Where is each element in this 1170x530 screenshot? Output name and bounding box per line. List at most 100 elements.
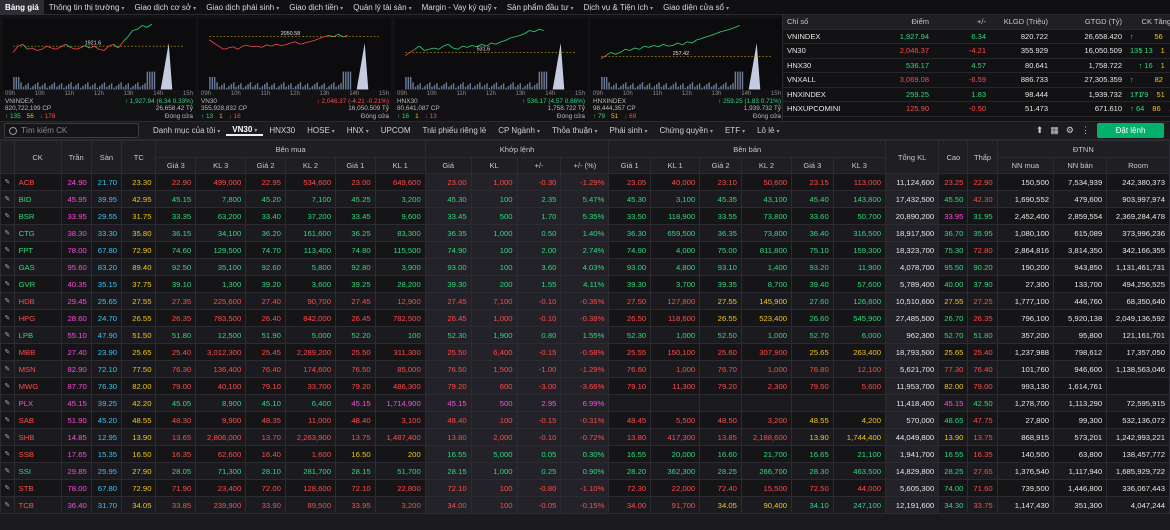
symbol-cell[interactable]: HPG <box>13 309 62 327</box>
pin-icon[interactable]: ✎ <box>0 343 15 361</box>
pin-icon[interactable]: ✎ <box>0 292 15 310</box>
symbol-cell[interactable]: GAS <box>13 258 62 276</box>
index-col-header[interactable]: GTGD (Tỷ) <box>1052 15 1126 30</box>
pin-icon[interactable]: ✎ <box>0 326 15 344</box>
symbol-cell[interactable]: MBB <box>13 343 62 361</box>
nav-item-5[interactable]: Quản lý tài sản ▾ <box>348 0 416 15</box>
table-row[interactable]: ✎ MWG 87.70 76.30 82.00 79.00 40,100 79.10 33,70… <box>0 377 1170 395</box>
index-row-hnxupcomini[interactable]: HNXUPCOMINI 125.90 -0.50 51.473 671.610 ↑ 64 8… <box>783 102 1170 117</box>
filter-tab-10[interactable]: Chứng quyền ▾ <box>653 126 719 135</box>
col-sub-16[interactable]: NN mua <box>996 157 1055 174</box>
mini-chart-vn30[interactable]: 2050.58 09h 10h 11h 12h 13h 14h 15h VN30 ↓ 2,046.… <box>199 18 391 120</box>
filter-tab-5[interactable]: UPCOM <box>375 126 417 135</box>
col-thap[interactable]: Thấp <box>967 140 998 174</box>
symbol-cell[interactable]: BSR <box>13 207 62 225</box>
col-cao[interactable]: Cao <box>938 140 969 174</box>
symbol-cell[interactable]: SSI <box>13 462 62 480</box>
col-sub-10[interactable]: Giá 1 <box>608 157 652 174</box>
table-row[interactable]: ✎ BID 45.95 39.95 42.95 45.15 7,800 45.20 7,100 4… <box>0 190 1170 208</box>
col-sub-5[interactable]: KL 1 <box>374 157 426 174</box>
symbol-cell[interactable]: GVR <box>13 275 62 293</box>
table-row[interactable]: ✎ FPT 78.00 67.80 72.90 74.60 129,500 74.70 113,… <box>0 241 1170 259</box>
filter-tab-6[interactable]: Trái phiếu riêng lẻ <box>416 126 492 135</box>
table-row[interactable]: ✎ GAS 95.60 83.20 89.40 92.50 35,100 92.60 5,800… <box>0 258 1170 276</box>
pin-icon[interactable]: ✎ <box>0 496 15 514</box>
symbol-cell[interactable]: MWG <box>13 377 62 395</box>
col-sub-4[interactable]: Giá 1 <box>334 157 376 174</box>
col-sub-18[interactable]: Room <box>1106 157 1170 174</box>
pin-icon[interactable]: ✎ <box>0 224 15 242</box>
col-sub-3[interactable]: KL 2 <box>284 157 336 174</box>
pin-icon[interactable]: ✎ <box>0 360 15 378</box>
nav-item-2[interactable]: Giao dịch cơ sở ▾ <box>129 0 201 15</box>
table-row[interactable]: ✎ PLX 45.15 39.25 42.20 45.05 8,900 45.10 6,400 4… <box>0 394 1170 412</box>
nav-item-3[interactable]: Giao dịch phái sinh ▾ <box>201 0 284 15</box>
col-sub-14[interactable]: Giá 3 <box>791 157 834 174</box>
symbol-cell[interactable]: TCB <box>13 496 62 514</box>
table-row[interactable]: ✎ STB 78.00 67.80 72.90 71.90 23,400 72.00 128,6… <box>0 479 1170 497</box>
index-row-vn30[interactable]: VN302,046.37-4.21355.92916,050.509↑ 131↓… <box>783 44 1170 59</box>
pin-icon[interactable]: ✎ <box>0 275 15 293</box>
filter-tab-9[interactable]: Phái sinh ▾ <box>604 126 654 135</box>
mini-chart-vnindex[interactable]: 1921.6 09h 10h 11h 12h 13h 14h 15h VNINDEX ↑ 1,92… <box>3 18 195 120</box>
index-row-vnxall[interactable]: VNXALL 3,069.08 -6.59 886.733 27,305.359 ↑ 17… <box>783 73 1170 99</box>
col-sub-13[interactable]: KL 2 <box>740 157 793 174</box>
symbol-cell[interactable]: STB <box>13 479 62 497</box>
col-sub-9[interactable]: +/- (%) <box>560 157 610 174</box>
col-sub-12[interactable]: Giá 2 <box>699 157 742 174</box>
index-col-header[interactable]: Chỉ số <box>783 15 871 30</box>
filter-tab-4[interactable]: HNX ▾ <box>341 126 375 135</box>
index-row-vnindex[interactable]: VNINDEX 1,927.94 6.34 820.722 26,658.420 ↑ 13… <box>783 30 1170 55</box>
col-tran[interactable]: Trần <box>60 140 92 174</box>
pin-icon[interactable]: ✎ <box>0 190 15 208</box>
nav-item-6[interactable]: Margin - Vay ký quỹ ▾ <box>417 0 502 15</box>
nav-item-0[interactable]: Bảng giá <box>0 0 44 15</box>
nav-item-4[interactable]: Giao dịch tiền ▾ <box>284 0 348 15</box>
col-sub-17[interactable]: NN bán <box>1052 157 1108 174</box>
table-row[interactable]: ✎ MSN 82.90 72.10 77.50 76.30 136,400 76.40 174,… <box>0 360 1170 378</box>
col-sub-15[interactable]: KL 3 <box>832 157 887 174</box>
pin-icon[interactable]: ✎ <box>0 445 15 463</box>
col-tc[interactable]: TC <box>121 140 157 174</box>
index-row-hnxindex[interactable]: HNXINDEX259.251.8398.4441,939.732↑ 7951↓… <box>783 88 1170 102</box>
pin-icon[interactable]: ✎ <box>0 241 15 259</box>
table-row[interactable]: ✎ BSR 33.95 29.55 31.75 33.35 63,200 33.40 37,20… <box>0 207 1170 225</box>
table-row[interactable]: ✎ CTG 38.30 33.30 35.80 36.15 34,100 36.20 161,6… <box>0 224 1170 242</box>
index-col-header[interactable]: +/- <box>933 15 990 30</box>
filter-tab-0[interactable]: Danh mục của tôi ▾ <box>147 126 226 135</box>
filter-tab-11[interactable]: ETF ▾ <box>719 126 751 135</box>
filter-tab-1[interactable]: VN30 ▾ <box>226 125 264 136</box>
col-ck[interactable]: CK <box>13 140 62 174</box>
pin-icon[interactable]: ✎ <box>0 462 15 480</box>
symbol-cell[interactable]: SHB <box>13 428 62 446</box>
table-row[interactable]: ✎ SSI 29.85 25.95 27.90 28.05 71,300 28.10 281,7… <box>0 462 1170 480</box>
table-row[interactable]: ✎ ACB 24.90 21.70 23.30 22.90 499,000 22.95 534,… <box>0 173 1170 191</box>
table-row[interactable]: ✎ SSB 17.65 15.35 16.50 16.35 62,600 16.40 1,600… <box>0 445 1170 463</box>
pin-icon[interactable]: ✎ <box>0 207 15 225</box>
symbol-cell[interactable]: CTG <box>13 224 62 242</box>
pin-icon[interactable]: ✎ <box>0 258 15 276</box>
pin-icon[interactable]: ✎ <box>0 309 15 327</box>
col-sub-8[interactable]: +/- <box>516 157 562 174</box>
pin-icon[interactable]: ✎ <box>0 428 15 446</box>
index-row-hnx30[interactable]: HNX30536.174.5780.6411,758.722↑ 161↓ 13 <box>783 59 1170 73</box>
table-row[interactable]: ✎ GVR 40.35 35.15 37.75 39.10 1,300 39.20 3,600 3… <box>0 275 1170 293</box>
col-sub-7[interactable]: KL <box>470 157 518 174</box>
filter-tab-2[interactable]: HNX30 <box>263 126 301 135</box>
mini-chart-hnx30[interactable]: 531.6 09h 10h 11h 12h 13h 14h 15h HNX30 ↑ 536.17 … <box>395 18 587 120</box>
place-order-button[interactable]: Đặt lệnh <box>1097 123 1164 138</box>
symbol-cell[interactable]: FPT <box>13 241 62 259</box>
col-sub-11[interactable]: KL 1 <box>650 157 701 174</box>
symbol-cell[interactable]: MSN <box>13 360 62 378</box>
gear-icon[interactable]: ⚙ <box>1066 125 1074 136</box>
filter-tab-8[interactable]: Thỏa thuận ▾ <box>546 126 604 135</box>
upload-icon[interactable]: ⬆ <box>1036 125 1044 136</box>
col-sub-6[interactable]: Giá <box>424 157 472 174</box>
nav-item-9[interactable]: Giao diện cửa sổ ▾ <box>658 0 734 15</box>
pin-icon[interactable]: ✎ <box>0 173 15 191</box>
col-san[interactable]: Sàn <box>90 140 123 174</box>
more-icon[interactable]: ⋮ <box>1081 125 1090 136</box>
table-row[interactable]: ✎ SAB 51.90 45.20 48.55 48.30 9,900 48.35 11,000… <box>0 411 1170 429</box>
table-row[interactable]: ✎ MBB 27.40 23.90 25.65 25.40 3,012,300 25.45 2,… <box>0 343 1170 361</box>
index-col-header[interactable]: Điểm <box>871 15 933 30</box>
